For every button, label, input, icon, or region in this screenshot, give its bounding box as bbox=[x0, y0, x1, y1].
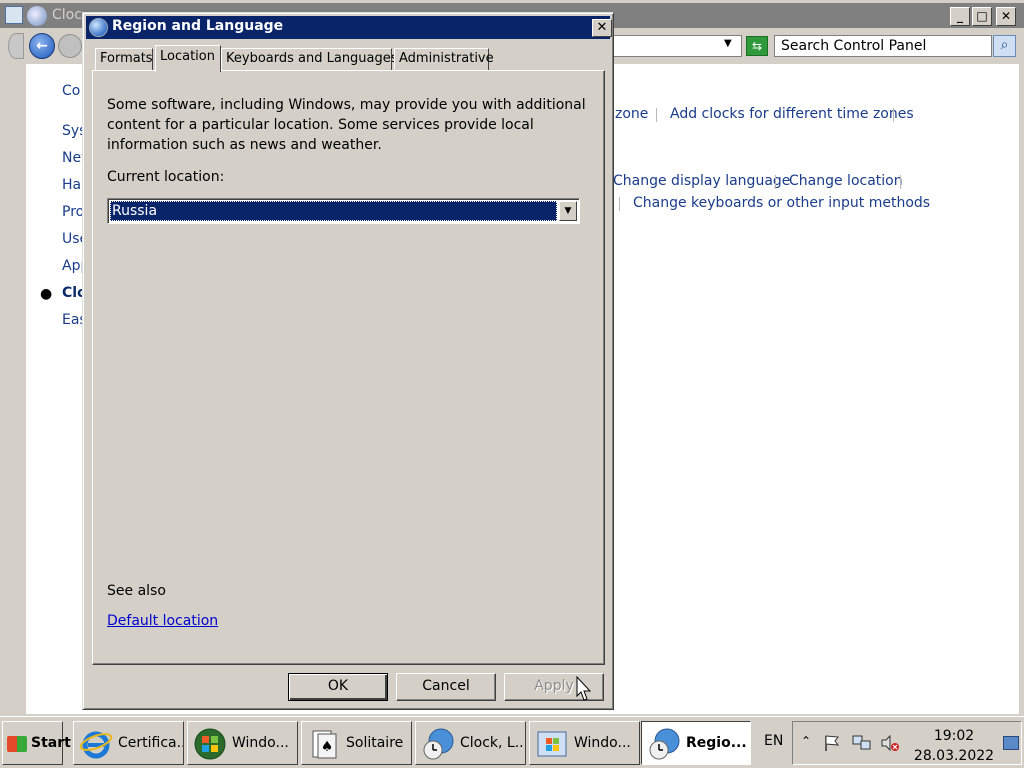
show-desktop-icon[interactable] bbox=[1003, 736, 1019, 750]
windows-orb-icon bbox=[194, 728, 226, 760]
control-panel-title: Cloc bbox=[52, 7, 82, 23]
taskbar-item-label: Regio... bbox=[686, 735, 747, 751]
link-separator bbox=[619, 197, 620, 211]
region-language-dialog: Region and Language ✕ Formats Location K… bbox=[82, 12, 614, 710]
internet-explorer-icon bbox=[79, 731, 113, 759]
link-separator bbox=[656, 108, 657, 122]
taskbar-item-windows-1[interactable]: Windo... bbox=[187, 721, 298, 765]
close-icon[interactable]: ✕ bbox=[592, 19, 612, 37]
current-item-bullet-icon: ● bbox=[40, 286, 53, 302]
see-also-heading: See also bbox=[107, 583, 166, 599]
sidebar-item-home[interactable]: Co bbox=[62, 83, 80, 99]
volume-muted-icon[interactable] bbox=[880, 734, 900, 752]
taskbar-item-label: Windo... bbox=[232, 735, 289, 751]
tab-administrative[interactable]: Administrative bbox=[394, 48, 494, 71]
address-dropdown-icon[interactable]: ▼ bbox=[724, 38, 732, 49]
current-location-select[interactable]: Russia ▼ bbox=[107, 198, 580, 224]
link-separator bbox=[775, 175, 776, 189]
search-icon[interactable]: ⌕ bbox=[993, 35, 1016, 57]
clock-time[interactable]: 19:02 bbox=[917, 728, 991, 744]
chevron-down-icon[interactable]: ▼ bbox=[559, 201, 577, 221]
forward-button[interactable] bbox=[58, 34, 82, 58]
taskbar-item-label: Certifica... bbox=[118, 735, 184, 751]
location-tab-panel: Some software, including Windows, may pr… bbox=[92, 70, 605, 665]
taskbar-item-label: Windo... bbox=[574, 735, 631, 751]
link-change-keyboards[interactable]: Change keyboards or other input methods bbox=[633, 195, 930, 211]
globe-icon bbox=[89, 18, 108, 37]
right-edge bbox=[1019, 64, 1024, 714]
dialog-titlebar[interactable]: Region and Language ✕ bbox=[86, 16, 612, 39]
link-change-display-language[interactable]: Change display language bbox=[613, 173, 790, 189]
clock-date[interactable]: 28.03.2022 bbox=[913, 748, 995, 764]
nav-edge-icon bbox=[8, 33, 24, 59]
link-separator bbox=[893, 108, 894, 122]
refresh-button[interactable]: ⇆ bbox=[746, 36, 768, 56]
action-center-flag-icon[interactable] bbox=[822, 734, 842, 752]
windows-window-icon bbox=[537, 731, 567, 757]
start-button[interactable]: Start bbox=[2, 721, 71, 765]
windows-logo-icon bbox=[7, 736, 27, 752]
clock-globe-icon bbox=[649, 728, 680, 760]
ok-button[interactable]: OK bbox=[288, 673, 388, 701]
taskbar-item-region[interactable]: Regio... bbox=[641, 721, 751, 765]
maximize-button[interactable]: □ bbox=[972, 7, 992, 26]
taskbar-item-label: Clock, L... bbox=[460, 735, 526, 751]
system-tray: ⌃ 19:02 28.03.2022 bbox=[792, 721, 1022, 765]
taskbar-item-windows-2[interactable]: Windo... bbox=[529, 721, 640, 765]
tab-location[interactable]: Location bbox=[155, 45, 221, 72]
clock-globe-icon bbox=[423, 728, 454, 760]
tab-keyboards-and-languages[interactable]: Keyboards and Languages bbox=[221, 48, 398, 71]
search-input[interactable]: Search Control Panel bbox=[774, 35, 992, 57]
current-location-value[interactable]: Russia bbox=[110, 201, 557, 221]
language-indicator[interactable]: EN bbox=[764, 733, 783, 749]
back-button[interactable]: ← bbox=[29, 33, 55, 59]
network-icon[interactable] bbox=[852, 734, 872, 752]
address-bar[interactable] bbox=[612, 35, 742, 57]
link-add-clocks[interactable]: Add clocks for different time zones bbox=[670, 106, 914, 122]
control-panel-icon bbox=[5, 6, 23, 24]
taskbar-item-label: Solitaire bbox=[346, 735, 404, 751]
link-time-zone[interactable]: zone bbox=[615, 106, 648, 122]
clock-globe-icon bbox=[27, 6, 47, 26]
svg-text:♠: ♠ bbox=[321, 739, 334, 755]
show-hidden-icons-icon[interactable]: ⌃ bbox=[801, 734, 811, 748]
cancel-button[interactable]: Cancel bbox=[396, 673, 496, 701]
sidebar-item-programs[interactable]: Pro bbox=[62, 204, 84, 220]
close-window-button[interactable]: ✕ bbox=[996, 7, 1016, 26]
taskbar: Start Certifica... Windo... ♠ Solitaire bbox=[0, 716, 1024, 768]
default-location-link[interactable]: Default location bbox=[107, 613, 218, 629]
solitaire-icon: ♠ bbox=[312, 730, 337, 759]
taskbar-item-solitaire[interactable]: ♠ Solitaire bbox=[301, 721, 412, 765]
taskbar-item-clock-language[interactable]: Clock, L... bbox=[415, 721, 526, 765]
link-change-location[interactable]: Change location bbox=[789, 173, 903, 189]
taskbar-item-certificates[interactable]: Certifica... bbox=[73, 721, 184, 765]
current-location-label: Current location: bbox=[107, 169, 225, 185]
dialog-title: Region and Language bbox=[112, 18, 284, 34]
mouse-pointer-icon bbox=[576, 676, 592, 701]
minimize-button[interactable]: _ bbox=[950, 7, 970, 26]
start-label: Start bbox=[31, 735, 71, 751]
tab-formats[interactable]: Formats bbox=[95, 48, 153, 71]
link-separator bbox=[900, 175, 901, 189]
location-description: Some software, including Windows, may pr… bbox=[107, 97, 586, 153]
